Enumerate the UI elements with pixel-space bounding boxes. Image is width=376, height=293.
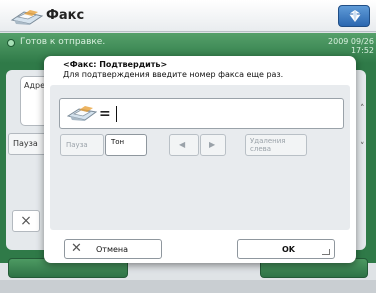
arrow-left-icon: ◀: [179, 140, 186, 149]
status-datetime: 2009 09/26 17:52: [328, 37, 374, 55]
corner-menu-button[interactable]: [338, 5, 370, 27]
app-title: Факс: [46, 8, 85, 23]
status-indicator-icon: [7, 39, 15, 47]
fax-confirm-dialog: <Факс: Подтвердить> Для подтверждения вв…: [44, 56, 356, 263]
background-pause-button[interactable]: Паузa: [8, 133, 48, 155]
fax-prefix-symbol: =: [99, 106, 111, 122]
fax-logo-icon: [10, 8, 44, 26]
scroll-up-icon: ˄: [360, 104, 365, 114]
status-text: Готов к отправке.: [20, 37, 106, 47]
gem-icon: [349, 10, 361, 22]
cancel-label: Отмена: [96, 245, 129, 254]
fax-number-input[interactable]: =: [59, 98, 344, 129]
bottom-strip: [0, 280, 376, 293]
ok-label: OK: [282, 245, 295, 254]
cancel-button[interactable]: ✕ Отмена: [64, 239, 162, 259]
app-header: Факс: [0, 0, 376, 32]
cursor-right-button[interactable]: ▶: [200, 134, 226, 156]
fax-machine-icon: [67, 106, 97, 121]
background-scroll-arrows[interactable]: ˄ ˅: [356, 100, 374, 160]
pause-button[interactable]: Пауза: [60, 134, 104, 156]
arrow-right-icon: ▶: [209, 140, 216, 149]
scroll-down-icon: ˅: [360, 142, 365, 152]
ok-button[interactable]: OK: [237, 239, 335, 259]
delete-left-button[interactable]: Удаления слева: [245, 134, 307, 156]
cursor-left-button[interactable]: ◀: [169, 134, 199, 156]
enter-corner-icon: [322, 249, 330, 255]
tone-button[interactable]: Тон: [105, 134, 147, 156]
background-clear-button[interactable]: ×: [12, 210, 40, 232]
dialog-title: <Факс: Подтвердить>: [63, 60, 168, 69]
text-cursor: [116, 106, 117, 122]
dialog-instruction: Для подтверждения введите номер факса ещ…: [63, 70, 284, 79]
close-icon: ✕: [71, 241, 82, 256]
